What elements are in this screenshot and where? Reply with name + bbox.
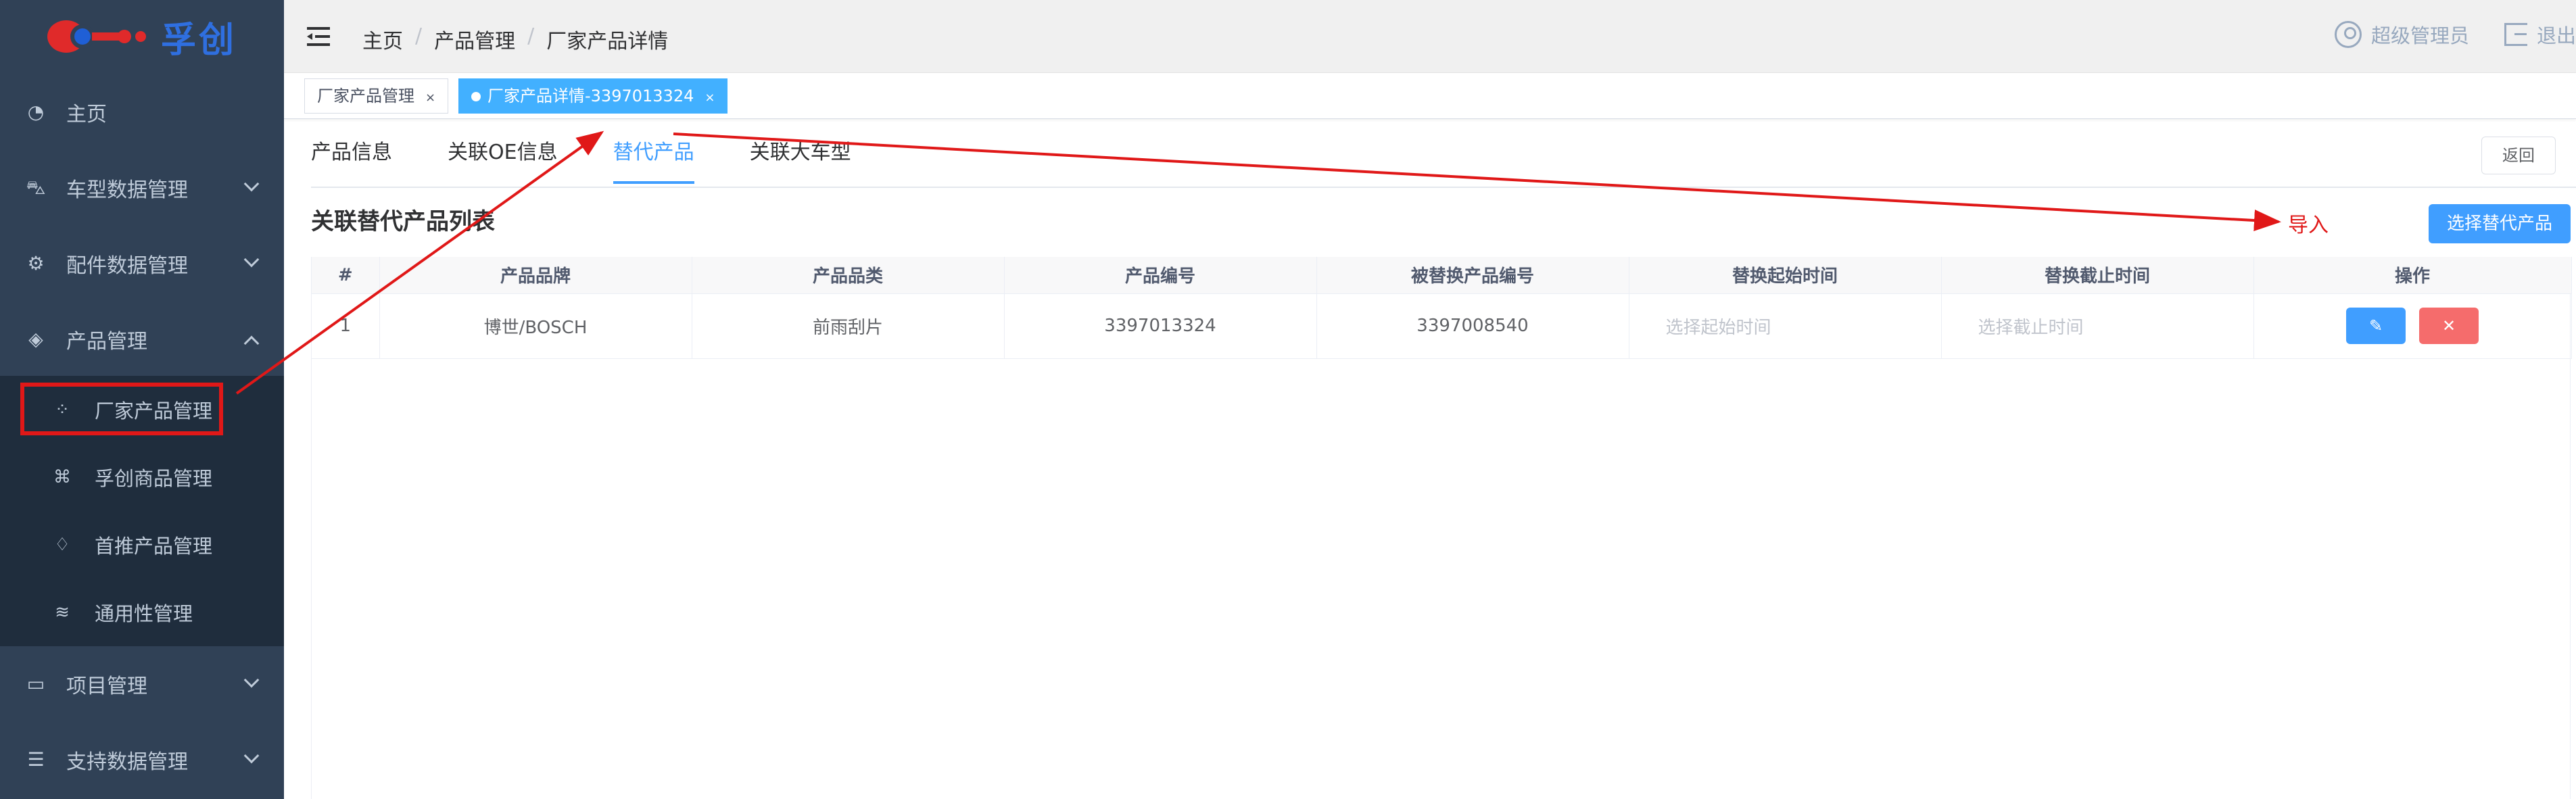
box-icon: ◈ <box>28 328 43 350</box>
column-header: 操作 <box>2253 257 2572 294</box>
cell-product-no: 3397013324 <box>1004 293 1317 359</box>
section-title: 关联替代产品列表 <box>311 208 495 235</box>
cell-category: 前雨刮片 <box>692 293 1005 359</box>
hamburger-icon[interactable] <box>307 27 330 46</box>
cell-actions: ✎ ✕ <box>2253 293 2572 359</box>
user-icon <box>2334 21 2362 48</box>
navbar: 主页 / 产品管理 / 厂家产品详情 超级管理员 退出 <box>284 0 2576 73</box>
sidebar-item-label: 支持数据管理 <box>66 750 188 774</box>
delete-button[interactable]: ✕ <box>2419 308 2479 344</box>
sidebar-item-home[interactable]: ◔ 主页 <box>0 76 284 149</box>
tab-product-info[interactable]: 产品信息 <box>311 119 392 187</box>
chevron-down-icon <box>243 251 260 268</box>
column-header: 被替换产品编号 <box>1316 257 1629 294</box>
dashboard-icon: ◔ <box>27 101 45 123</box>
breadcrumb-separator: / <box>527 24 535 48</box>
tab-related-oe[interactable]: 关联OE信息 <box>448 119 558 187</box>
sidebar-subitem-fuchuang-goods[interactable]: ⌘ 孚创商品管理 <box>0 443 284 511</box>
cell-index: 1 <box>312 293 380 359</box>
cell-brand: 博世/BOSCH <box>379 293 692 359</box>
cell-replaced-no: 3397008540 <box>1316 293 1629 359</box>
edit-button[interactable]: ✎ <box>2346 308 2406 344</box>
column-header: 替换截止时间 <box>1941 257 2254 294</box>
username[interactable]: 超级管理员 <box>2371 20 2469 49</box>
layers-icon: ≋ <box>55 602 70 623</box>
back-button[interactable]: 返回 <box>2481 137 2556 174</box>
sidebar-item-product-management[interactable]: ◈ 产品管理 <box>0 303 284 376</box>
tag-product-detail[interactable]: 厂家产品详情-3397013324 × <box>458 78 728 114</box>
tabs-divider <box>311 187 2576 188</box>
annotation-arrow-to-import <box>673 132 2281 232</box>
breadcrumb-separator: / <box>415 24 423 48</box>
parts-icon: ⚙ <box>27 252 45 274</box>
end-date-picker[interactable]: 选择截止时间 <box>1941 293 2254 359</box>
sidebar-subitem-label: 首推产品管理 <box>95 535 213 558</box>
logo-text: 孚创 <box>160 20 237 61</box>
tags-view: 厂家产品管理 × 厂家产品详情-3397013324 × <box>284 73 2576 119</box>
sidebar-item-support-data[interactable]: ☰ 支持数据管理 <box>0 723 284 796</box>
user-area: 超级管理员 退出 <box>2334 20 2576 49</box>
tab-related-trucks[interactable]: 关联大车型 <box>750 119 851 187</box>
close-icon[interactable]: × <box>705 91 715 105</box>
sidebar-item-label: 配件数据管理 <box>66 254 188 278</box>
edit-icon: ✎ <box>2368 316 2383 335</box>
sidebar-subitem-label: 孚创商品管理 <box>95 467 213 490</box>
sidebar-subitem-label: 通用性管理 <box>95 602 193 625</box>
sidebar-subitem-compatibility[interactable]: ≋ 通用性管理 <box>0 579 284 646</box>
column-header: 产品品牌 <box>379 257 692 294</box>
sidebar: 孚创 ◔ 主页 ⛍ 车型数据管理 ⚙ 配件数据管理 ◈ 产品管理 ⁘ 厂家产品管… <box>0 0 284 799</box>
tab-substitute-products[interactable]: 替代产品 <box>613 119 694 187</box>
breadcrumb-current: 厂家产品详情 <box>546 30 669 53</box>
tag-manufacturer-products[interactable]: 厂家产品管理 × <box>304 78 449 114</box>
chevron-down-icon <box>243 672 260 688</box>
breadcrumb: 主页 / 产品管理 / 厂家产品详情 <box>362 24 668 54</box>
database-icon: ☰ <box>27 748 45 771</box>
logo[interactable]: 孚创 <box>0 0 284 73</box>
sidebar-subitem-featured-products[interactable]: ♢ 首推产品管理 <box>0 511 284 579</box>
sidebar-item-label: 项目管理 <box>66 675 147 698</box>
command-icon: ⌘ <box>53 467 71 487</box>
logout-icon[interactable] <box>2504 23 2527 46</box>
select-substitute-button[interactable]: 选择替代产品 <box>2429 204 2571 243</box>
project-icon: ▭ <box>26 673 45 695</box>
chevron-down-icon <box>243 176 260 192</box>
thumbs-up-icon: ♢ <box>54 535 70 555</box>
column-header: 产品编号 <box>1004 257 1317 294</box>
active-dot-icon <box>471 92 481 101</box>
start-date-picker[interactable]: 选择起始时间 <box>1629 293 1942 359</box>
logo-mark <box>47 16 149 57</box>
sidebar-item-label: 产品管理 <box>66 330 147 354</box>
tag-label: 厂家产品详情-3397013324 <box>487 87 694 105</box>
logout-link[interactable]: 退出 <box>2537 20 2576 49</box>
breadcrumb-home[interactable]: 主页 <box>362 24 403 54</box>
sidebar-item-label: 车型数据管理 <box>66 178 188 202</box>
sidebar-item-parts-data[interactable]: ⚙ 配件数据管理 <box>0 227 284 300</box>
tag-label: 厂家产品管理 <box>317 87 414 105</box>
car-icon: ⛍ <box>26 176 46 199</box>
close-icon: ✕ <box>2441 316 2456 335</box>
sidebar-item-project-management[interactable]: ▭ 项目管理 <box>0 648 284 721</box>
sidebar-item-vehicle-data[interactable]: ⛍ 车型数据管理 <box>0 151 284 224</box>
sidebar-item-label: 主页 <box>66 103 107 126</box>
breadcrumb-product-management[interactable]: 产品管理 <box>434 24 515 54</box>
column-header: # <box>312 257 380 294</box>
column-header: 替换起始时间 <box>1629 257 1942 294</box>
annotation-highlight-box <box>20 383 223 435</box>
table-row: 1 博世/BOSCH 前雨刮片 3397013324 3397008540 选择… <box>312 293 2572 359</box>
annotation-import-label: 导入 <box>2288 214 2329 237</box>
chevron-down-icon <box>243 748 260 764</box>
table-header-row: # 产品品牌 产品品类 产品编号 被替换产品编号 替换起始时间 替换截止时间 操… <box>312 257 2572 294</box>
column-header: 产品品类 <box>692 257 1005 294</box>
chevron-up-icon <box>243 335 260 352</box>
detail-tabs: 产品信息 关联OE信息 替代产品 关联大车型 <box>311 119 907 187</box>
close-icon[interactable]: × <box>425 91 435 105</box>
substitute-table: # 产品品牌 产品品类 产品编号 被替换产品编号 替换起始时间 替换截止时间 操… <box>311 257 2572 799</box>
